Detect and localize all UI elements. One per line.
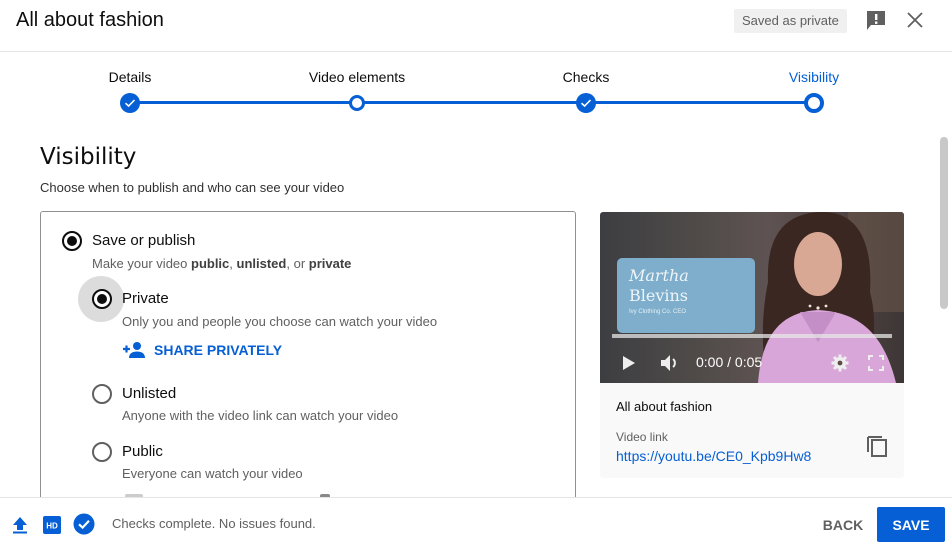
public-desc: Everyone can watch your video bbox=[122, 466, 303, 481]
private-radio[interactable] bbox=[92, 289, 112, 309]
share-privately-button[interactable]: SHARE PRIVATELY bbox=[122, 339, 282, 361]
add-person-icon bbox=[123, 342, 145, 358]
overlay-role: Ivy Clothing Co. CEO bbox=[629, 309, 687, 315]
name-lower-third: Martha Blevins Ivy Clothing Co. CEO bbox=[617, 258, 755, 333]
step-checks[interactable]: Checks bbox=[516, 53, 656, 113]
desc-text: , or bbox=[286, 256, 309, 271]
video-link-label: Video link bbox=[616, 430, 668, 444]
desc-text: Make your video bbox=[92, 256, 191, 271]
public-radio[interactable] bbox=[92, 442, 112, 462]
save-button[interactable]: SAVE bbox=[877, 507, 945, 542]
step-label: Video elements bbox=[308, 69, 406, 85]
desc-unlisted: unlisted bbox=[236, 256, 287, 271]
video-controls: 0:00 / 0:05 bbox=[600, 342, 904, 383]
public-label: Public bbox=[122, 443, 163, 460]
private-desc: Only you and people you choose can watch… bbox=[122, 314, 438, 329]
unlisted-label: Unlisted bbox=[122, 385, 177, 402]
feedback-icon[interactable] bbox=[866, 10, 886, 32]
upload-icon bbox=[13, 517, 27, 534]
unlisted-radio[interactable] bbox=[92, 384, 112, 404]
dialog-header: All about fashion Saved as private bbox=[0, 0, 952, 52]
open-circle-icon bbox=[349, 95, 365, 111]
svg-text:HD: HD bbox=[46, 522, 58, 531]
video-preview-card: Martha Blevins Ivy Clothing Co. CEO 0:00… bbox=[600, 212, 904, 478]
volume-icon[interactable] bbox=[660, 354, 682, 372]
video-time: 0:00 / 0:05 bbox=[696, 354, 763, 370]
checks-complete-icon bbox=[73, 513, 95, 535]
dialog-footer: HD Checks complete. No issues found. BAC… bbox=[0, 497, 952, 547]
upload-stepper: Details Video elements Checks Visibility bbox=[0, 53, 952, 123]
stepper-track bbox=[130, 101, 814, 104]
video-progress-bar[interactable] bbox=[612, 334, 892, 338]
video-card-title: All about fashion bbox=[616, 399, 713, 414]
settings-gear-icon[interactable] bbox=[831, 354, 849, 372]
step-label: Checks bbox=[562, 69, 610, 85]
check-circle-icon bbox=[576, 93, 596, 113]
overlay-first-name: Martha bbox=[629, 266, 689, 285]
dialog-title: All about fashion bbox=[16, 9, 164, 31]
step-video-elements[interactable]: Video elements bbox=[287, 53, 427, 111]
section-title: Visibility bbox=[40, 144, 137, 170]
desc-private: private bbox=[308, 256, 352, 271]
save-or-publish-radio[interactable] bbox=[62, 231, 82, 251]
step-details[interactable]: Details bbox=[60, 53, 200, 113]
close-icon[interactable] bbox=[906, 11, 924, 29]
desc-text: , bbox=[229, 256, 237, 271]
video-link[interactable]: https://youtu.be/CE0_Kpb9Hw8 bbox=[616, 448, 811, 464]
saved-status-badge: Saved as private bbox=[734, 9, 847, 33]
back-button[interactable]: BACK bbox=[812, 508, 874, 542]
overlay-last-name: Blevins bbox=[629, 286, 689, 305]
check-circle-icon bbox=[120, 93, 140, 113]
step-label: Visibility bbox=[788, 69, 840, 85]
scrollbar-thumb[interactable] bbox=[940, 137, 948, 309]
private-label: Private bbox=[122, 290, 169, 307]
video-player[interactable]: Martha Blevins Ivy Clothing Co. CEO 0:00… bbox=[600, 212, 904, 383]
save-or-publish-label: Save or publish bbox=[92, 232, 196, 249]
copy-icon[interactable] bbox=[866, 434, 888, 458]
checks-status-text: Checks complete. No issues found. bbox=[112, 516, 316, 531]
unlisted-desc: Anyone with the video link can watch you… bbox=[122, 408, 399, 423]
desc-public: public bbox=[191, 256, 230, 271]
fullscreen-icon[interactable] bbox=[868, 355, 884, 371]
share-privately-label: SHARE PRIVATELY bbox=[154, 342, 283, 358]
open-circle-icon bbox=[804, 93, 824, 113]
step-label: Details bbox=[108, 69, 152, 85]
section-subtitle: Choose when to publish and who can see y… bbox=[40, 180, 345, 195]
play-icon[interactable] bbox=[622, 355, 636, 371]
save-or-publish-desc: Make your video public, unlisted, or pri… bbox=[92, 256, 351, 271]
hd-icon: HD bbox=[43, 516, 61, 534]
step-visibility[interactable]: Visibility bbox=[744, 53, 884, 113]
